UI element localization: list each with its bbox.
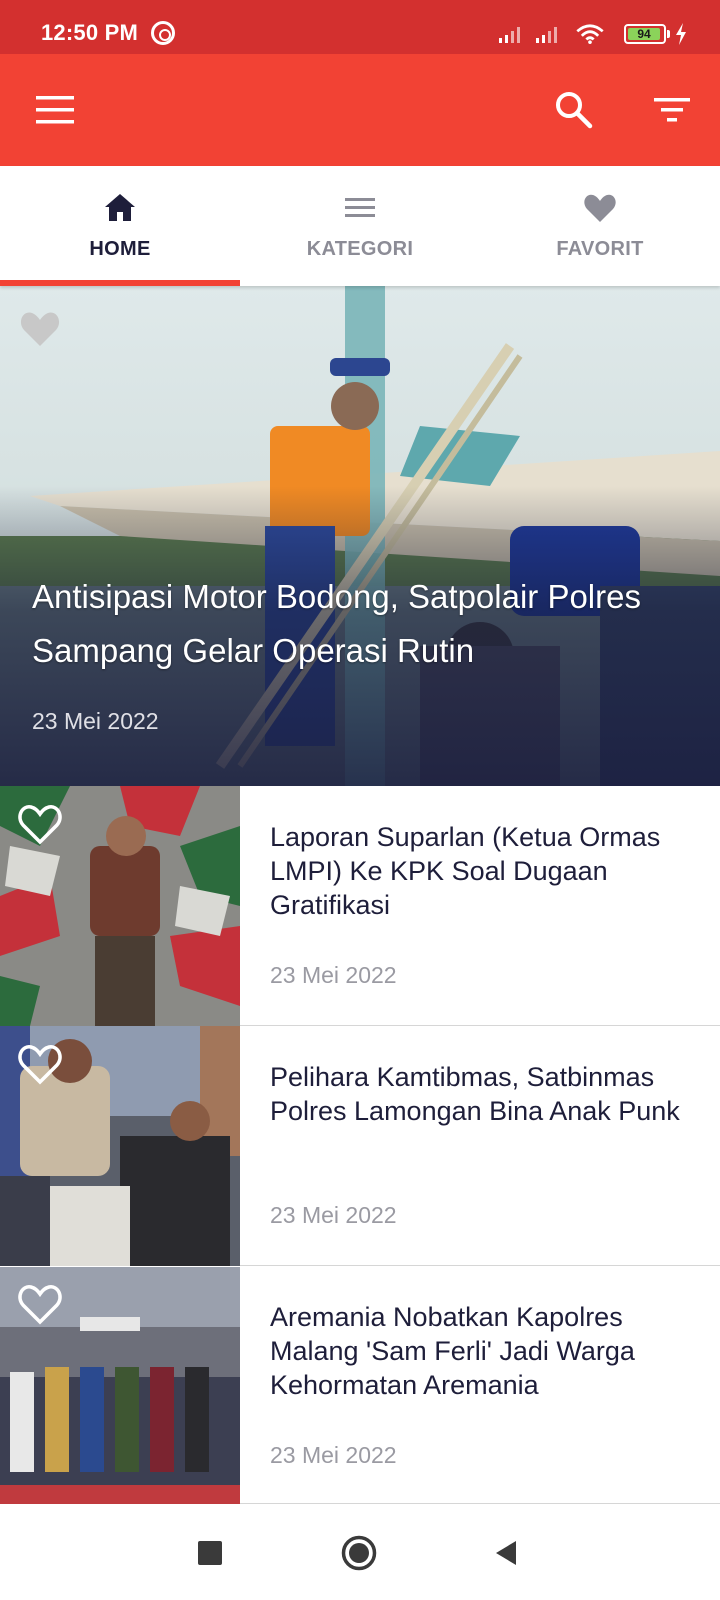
wifi-icon: [576, 24, 604, 44]
app-bar: [0, 54, 720, 166]
news-item[interactable]: Pelihara Kamtibmas, Satbinmas Polres Lam…: [0, 1026, 720, 1266]
status-time: 12:50 PM: [41, 20, 138, 45]
search-icon[interactable]: [554, 90, 594, 130]
tab-home-label: HOME: [89, 238, 151, 260]
favorite-heart-outline-icon[interactable]: [16, 1282, 64, 1326]
charging-bolt-icon: [676, 23, 686, 45]
news-item[interactable]: Laporan Suparlan (Ketua Ormas LMPI) Ke K…: [0, 786, 720, 1026]
favorite-heart-outline-icon[interactable]: [16, 1042, 64, 1086]
home-icon: [105, 194, 135, 221]
news-date: 23 Mei 2022: [270, 1202, 397, 1228]
heart-icon: [584, 194, 616, 222]
news-date: 23 Mei 2022: [270, 1442, 397, 1468]
news-title: Laporan Suparlan (Ketua Ormas LMPI) Ke K…: [270, 822, 661, 920]
tab-kategori-label: KATEGORI: [306, 238, 414, 260]
news-date: 23 Mei 2022: [270, 962, 397, 988]
news-title: Pelihara Kamtibmas, Satbinmas Polres Lam…: [270, 1062, 680, 1126]
featured-date: 23 Mei 2022: [32, 708, 159, 734]
hamburger-menu-icon[interactable]: [36, 94, 76, 126]
battery-icon: 94: [624, 24, 666, 44]
battery-level: 94: [628, 28, 660, 40]
tab-favorit-label: FAVORIT: [556, 238, 644, 260]
sync-icon: [151, 21, 175, 45]
home-circle-icon[interactable]: [341, 1535, 377, 1571]
filter-icon[interactable]: [652, 94, 692, 126]
favorite-heart-icon[interactable]: [18, 308, 62, 348]
status-bar: 12:50 PM 94: [0, 0, 720, 54]
recents-square-icon[interactable]: [198, 1541, 222, 1565]
tab-indicator: [0, 280, 240, 286]
battery-tip: [667, 30, 670, 38]
list-icon: [345, 198, 375, 217]
featured-article[interactable]: Antisipasi Motor Bodong, Satpolair Polre…: [0, 286, 720, 786]
signal-icon: [499, 27, 520, 43]
favorite-heart-outline-icon[interactable]: [16, 802, 64, 846]
tab-favorit[interactable]: FAVORIT: [480, 166, 720, 286]
back-triangle-icon[interactable]: [494, 1540, 518, 1566]
news-title: Aremania Nobatkan Kapolres Malang 'Sam F…: [270, 1302, 635, 1400]
news-item[interactable]: Aremania Nobatkan Kapolres Malang 'Sam F…: [0, 1266, 720, 1505]
tab-kategori[interactable]: KATEGORI: [240, 166, 480, 286]
signal-icon: [536, 27, 557, 43]
system-nav-bar: [0, 1504, 720, 1600]
featured-title: Antisipasi Motor Bodong, Satpolair Polre…: [32, 578, 641, 669]
tab-home[interactable]: HOME: [0, 166, 240, 286]
tab-bar: HOME KATEGORI FAVORIT: [0, 166, 720, 286]
